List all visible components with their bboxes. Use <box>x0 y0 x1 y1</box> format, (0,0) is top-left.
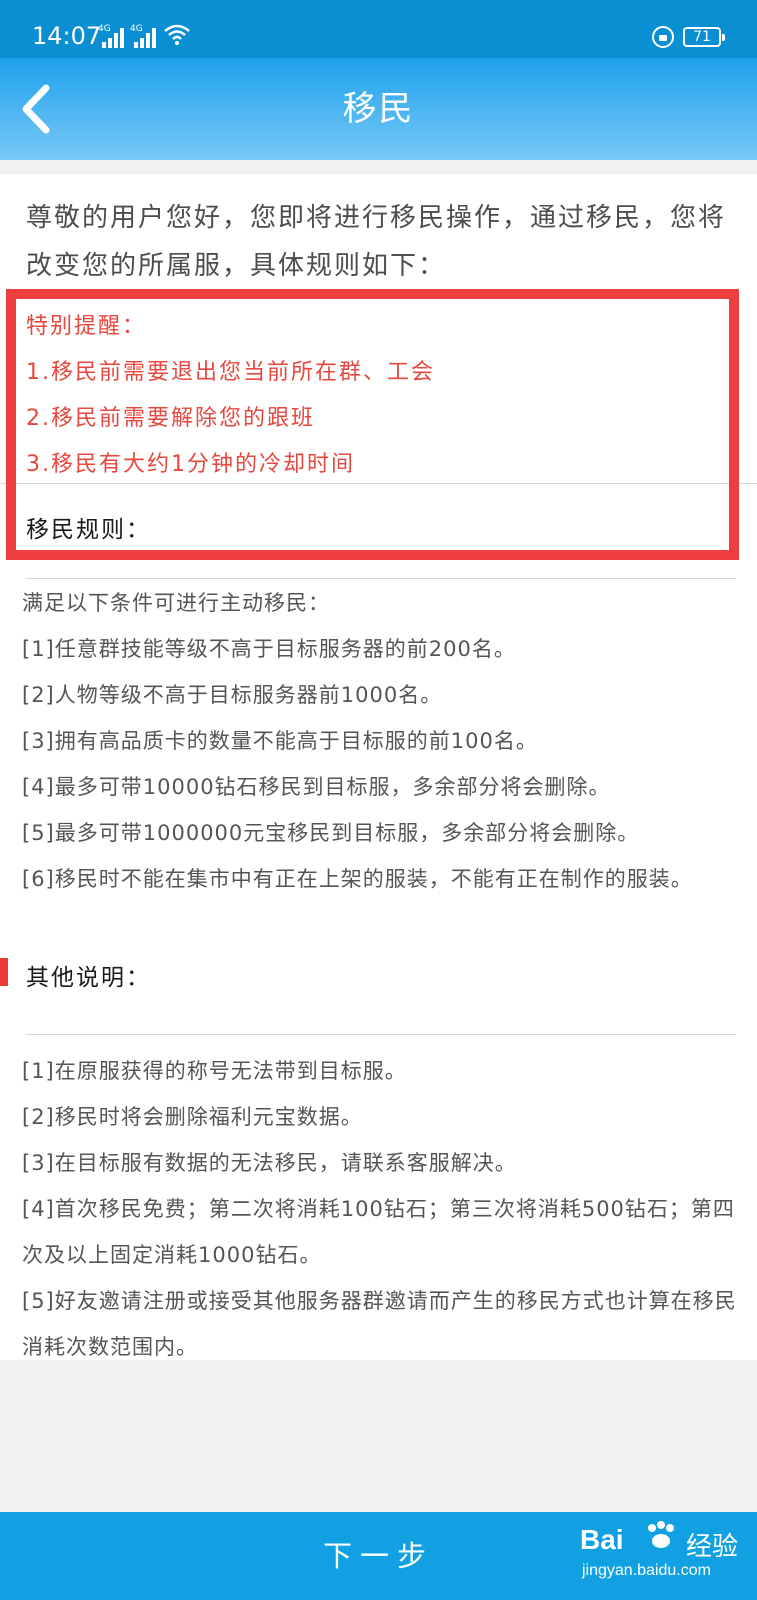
other-item: [5]好友邀请注册或接受其他服务器群邀请而产生的移民方式也计算在移民消耗次数范围… <box>22 1289 737 1359</box>
divider <box>26 578 736 579</box>
content-panel: 尊敬的用户您好，您即将进行移民操作，通过移民，您将改变您的所属服，具体规则如下：… <box>0 174 757 1360</box>
rules-lead: 满足以下条件可进行主动移民： <box>22 591 330 615</box>
paw-icon <box>648 1521 674 1548</box>
rules-list: 满足以下条件可进行主动移民： [1]任意群技能等级不高于目标服务器的前200名。… <box>22 580 737 902</box>
watermark-suffix: 经验 <box>686 1531 739 1561</box>
reminder-item: 1.移民前需要退出您当前所在群、工会 <box>26 360 435 385</box>
section-marker <box>0 958 8 986</box>
other-item: [4]首次移民免费；第二次将消耗100钻石；第三次将消耗500钻石；第四次及以上… <box>22 1197 735 1267</box>
signal-icon: 4G <box>130 24 156 48</box>
reminder-item: 3.移民有大约1分钟的冷却时间 <box>26 452 355 477</box>
rules-title: 移民规则： <box>26 517 151 543</box>
divider <box>0 483 757 484</box>
reminder-title: 特别提醒： <box>26 314 147 339</box>
network-type-label: 4G <box>98 24 111 34</box>
rule-item: [5]最多可带1000000元宝移民到目标服，多余部分将会删除。 <box>22 821 640 845</box>
back-button[interactable] <box>18 80 58 138</box>
rule-item: [6]移民时不能在集市中有正在上架的服装，不能有正在制作的服装。 <box>22 867 693 891</box>
watermark-url: jingyan.baidu.com <box>582 1562 711 1579</box>
rule-item: [4]最多可带10000钻石移民到目标服，多余部分将会删除。 <box>22 775 611 799</box>
other-item: [2]移民时将会删除福利元宝数据。 <box>22 1105 363 1129</box>
other-list: [1]在原服获得的称号无法带到目标服。 [2]移民时将会删除福利元宝数据。 [3… <box>22 1048 737 1370</box>
reminder-item: 2.移民前需要解除您的跟班 <box>26 406 315 431</box>
watermark-logo: Bai <box>580 1524 624 1555</box>
wifi-icon <box>164 24 190 45</box>
other-title: 其他说明： <box>26 965 151 991</box>
special-reminder: 特别提醒： 1.移民前需要退出您当前所在群、工会 2.移民前需要解除您的跟班 3… <box>26 304 726 488</box>
other-item: [1]在原服获得的称号无法带到目标服。 <box>22 1059 407 1083</box>
battery-indicator: 71 <box>683 27 725 47</box>
baidu-watermark: Bai 经验 jingyan.baidu.com <box>580 1520 750 1590</box>
page-title: 移民 <box>342 89 415 129</box>
network-type-label: 4G <box>130 24 143 34</box>
signal-icon: 4G <box>98 24 124 48</box>
rule-item: [1]任意群技能等级不高于目标服务器的前200名。 <box>22 637 516 661</box>
status-bar: 14:07 4G 4G 71 <box>0 0 757 58</box>
intro-text: 尊敬的用户您好，您即将进行移民操作，通过移民，您将改变您的所属服，具体规则如下： <box>26 203 727 281</box>
rule-item: [2]人物等级不高于目标服务器前1000名。 <box>22 683 443 707</box>
rule-item: [3]拥有高品质卡的数量不能高于目标服的前100名。 <box>22 729 538 753</box>
other-item: [3]在目标服有数据的无法移民，请联系客服解决。 <box>22 1151 517 1175</box>
lock-icon <box>652 26 674 48</box>
divider <box>26 1034 736 1035</box>
status-time: 14:07 <box>32 22 102 50</box>
nav-bar: 移民 <box>0 58 757 160</box>
